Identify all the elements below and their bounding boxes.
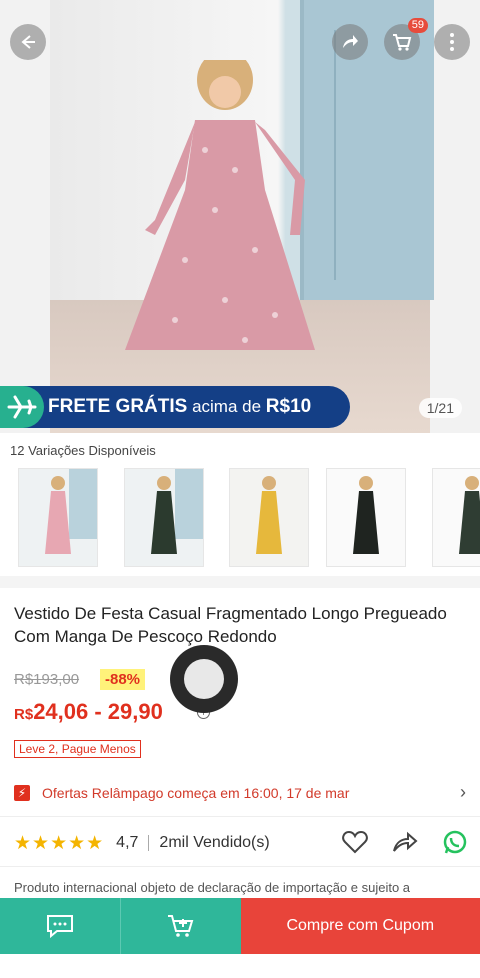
promo-tag[interactable]: Leve 2, Pague Menos (14, 740, 141, 758)
product-actions (342, 829, 468, 860)
more-options-button[interactable] (434, 24, 470, 60)
cart-button[interactable]: 59 (384, 18, 428, 60)
sold-count: 2mil Vendido(s) (159, 834, 270, 851)
free-shipping-text: FRETE GRÁTIS acima de R$10 (48, 396, 312, 417)
variation-thumb-black-floral[interactable] (326, 468, 406, 567)
lightning-icon: ⚡ (14, 784, 30, 801)
chat-icon (46, 915, 73, 939)
more-vertical-icon (450, 33, 454, 51)
cart-count-badge: 59 (407, 18, 428, 33)
product-image-carousel[interactable]: 59 FRETE GRÁTIS acima de R$10 1/21 (0, 0, 480, 433)
original-price: R$193,00 (14, 671, 80, 688)
favorite-button[interactable] (342, 830, 368, 859)
rating-stars-icon: ★★★★★ (14, 832, 105, 854)
row-divider (0, 866, 480, 867)
cart-plus-icon (167, 915, 193, 937)
whatsapp-share-button[interactable] (442, 829, 468, 860)
buy-with-coupon-button[interactable]: Compre com Cupom (240, 898, 480, 954)
variation-thumb-pink[interactable] (18, 468, 98, 567)
row-divider (0, 816, 480, 817)
bottom-action-bar: Compre com Cupom (0, 898, 480, 954)
arrow-left-icon (21, 35, 35, 49)
import-disclaimer: Produto internacional objeto de declaraç… (14, 880, 411, 895)
add-to-cart-button[interactable] (119, 898, 241, 954)
chat-button[interactable] (0, 898, 120, 954)
back-button[interactable] (10, 24, 46, 60)
section-divider (0, 576, 480, 588)
image-counter: 1/21 (418, 398, 462, 418)
current-price: R$24,06 - 29,90 (14, 699, 163, 724)
share-product-button[interactable] (392, 830, 418, 859)
share-button[interactable] (332, 24, 368, 60)
rating-value: 4,7 (116, 834, 139, 851)
product-title: Vestido De Festa Casual Fragmentado Long… (14, 604, 447, 646)
variation-thumb-yellow[interactable] (229, 468, 309, 567)
loading-spinner (170, 645, 238, 713)
stats-separator (148, 835, 150, 851)
heart-icon (342, 830, 368, 854)
variations-label: 12 Variações Disponíveis (10, 443, 156, 458)
variation-thumb-dark-floral[interactable] (432, 468, 480, 567)
chevron-right-icon: › (460, 782, 466, 802)
system-home-bar (0, 954, 480, 978)
flash-deals-row[interactable]: ⚡ Ofertas Relâmpago começa em 16:00, 17 … (14, 782, 466, 803)
airplane-icon (0, 386, 44, 428)
variation-thumbnails[interactable] (0, 468, 480, 568)
share-icon (343, 35, 358, 48)
discount-badge: -88% (100, 669, 146, 690)
share-arrow-icon (393, 831, 418, 852)
whatsapp-icon (443, 830, 467, 854)
dress-illustration (125, 60, 315, 350)
flash-deals-text: Ofertas Relâmpago começa em 16:00, 17 de… (42, 784, 350, 801)
cart-icon (393, 34, 412, 51)
free-shipping-banner: FRETE GRÁTIS acima de R$10 (0, 386, 350, 428)
variation-thumb-dark-green[interactable] (124, 468, 204, 567)
